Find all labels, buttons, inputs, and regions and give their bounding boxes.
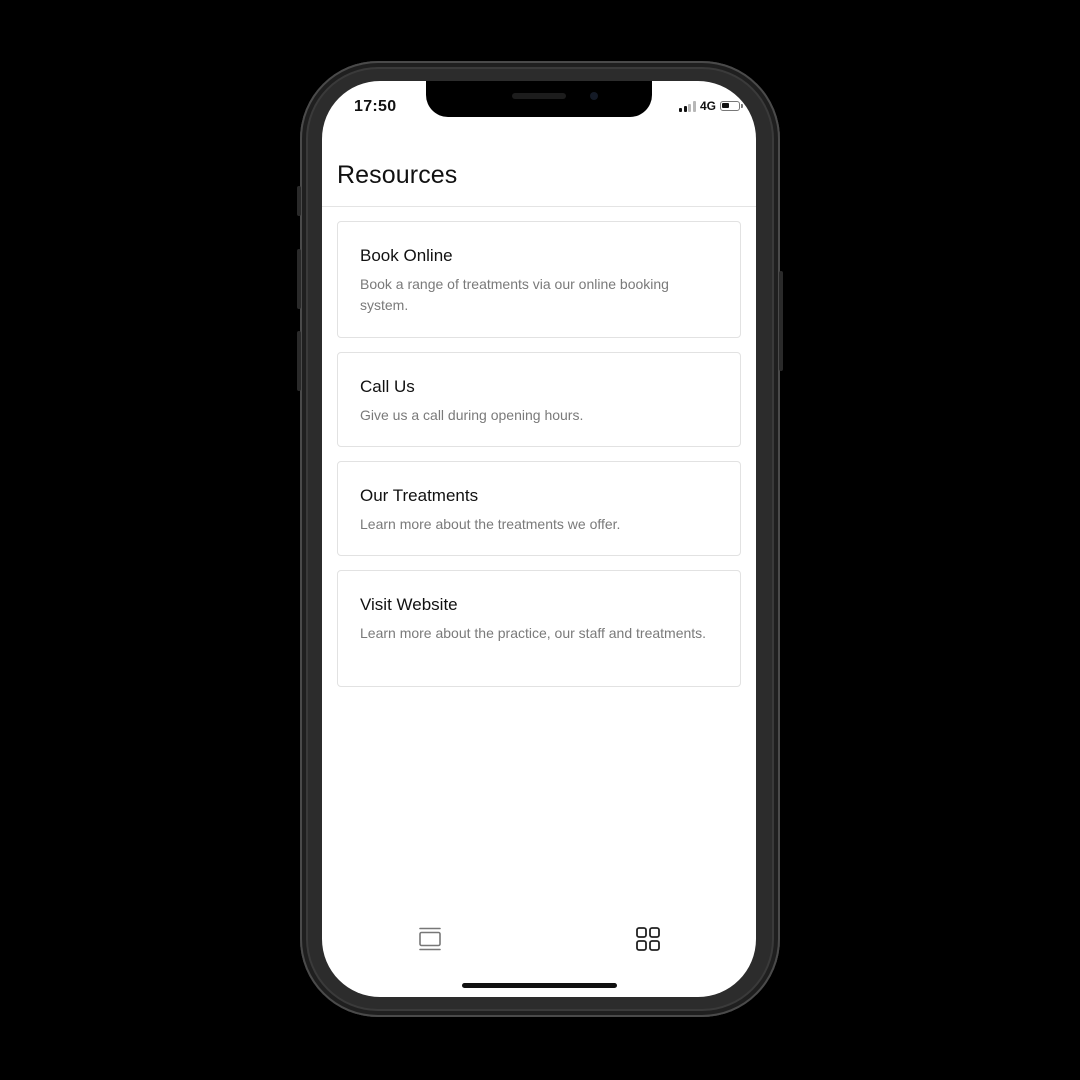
card-visit-website[interactable]: Visit Website Learn more about the pract… xyxy=(337,570,741,687)
home-indicator[interactable] xyxy=(462,983,617,988)
volume-down-button xyxy=(297,331,301,391)
app-screen: 17:50 4G Resources Book Online Book a ra… xyxy=(322,81,756,997)
card-our-treatments[interactable]: Our Treatments Learn more about the trea… xyxy=(337,461,741,556)
mute-switch xyxy=(297,186,301,216)
card-book-online[interactable]: Book Online Book a range of treatments v… xyxy=(337,221,741,338)
card-description: Learn more about the treatments we offer… xyxy=(360,516,621,532)
front-camera xyxy=(590,92,598,100)
battery-icon xyxy=(720,101,743,111)
page-title: Resources xyxy=(337,161,458,189)
card-description: Book a range of treatments via our onlin… xyxy=(360,276,669,313)
card-title: Our Treatments xyxy=(360,486,479,505)
card-description: Learn more about the practice, our staff… xyxy=(360,625,707,641)
header-divider xyxy=(322,206,756,207)
card-title: Call Us xyxy=(360,377,415,396)
status-time: 17:50 xyxy=(354,98,397,115)
network-type: 4G xyxy=(699,99,716,113)
card-title: Visit Website xyxy=(360,595,458,614)
notch xyxy=(426,81,652,117)
card-description: Give us a call during opening hours. xyxy=(360,407,584,423)
speaker-grille xyxy=(512,93,566,99)
status-indicators: 4G xyxy=(679,99,743,113)
card-call-us[interactable]: Call Us Give us a call during opening ho… xyxy=(337,352,741,447)
power-button xyxy=(779,271,783,371)
battery-level xyxy=(722,103,729,108)
card-title: Book Online xyxy=(360,246,453,265)
phone-frame: 17:50 4G Resources Book Online Book a ra… xyxy=(297,61,783,1017)
pages-icon[interactable] xyxy=(417,926,443,952)
signal-icon xyxy=(679,100,696,112)
volume-up-button xyxy=(297,249,301,309)
grid-icon[interactable] xyxy=(635,926,661,952)
